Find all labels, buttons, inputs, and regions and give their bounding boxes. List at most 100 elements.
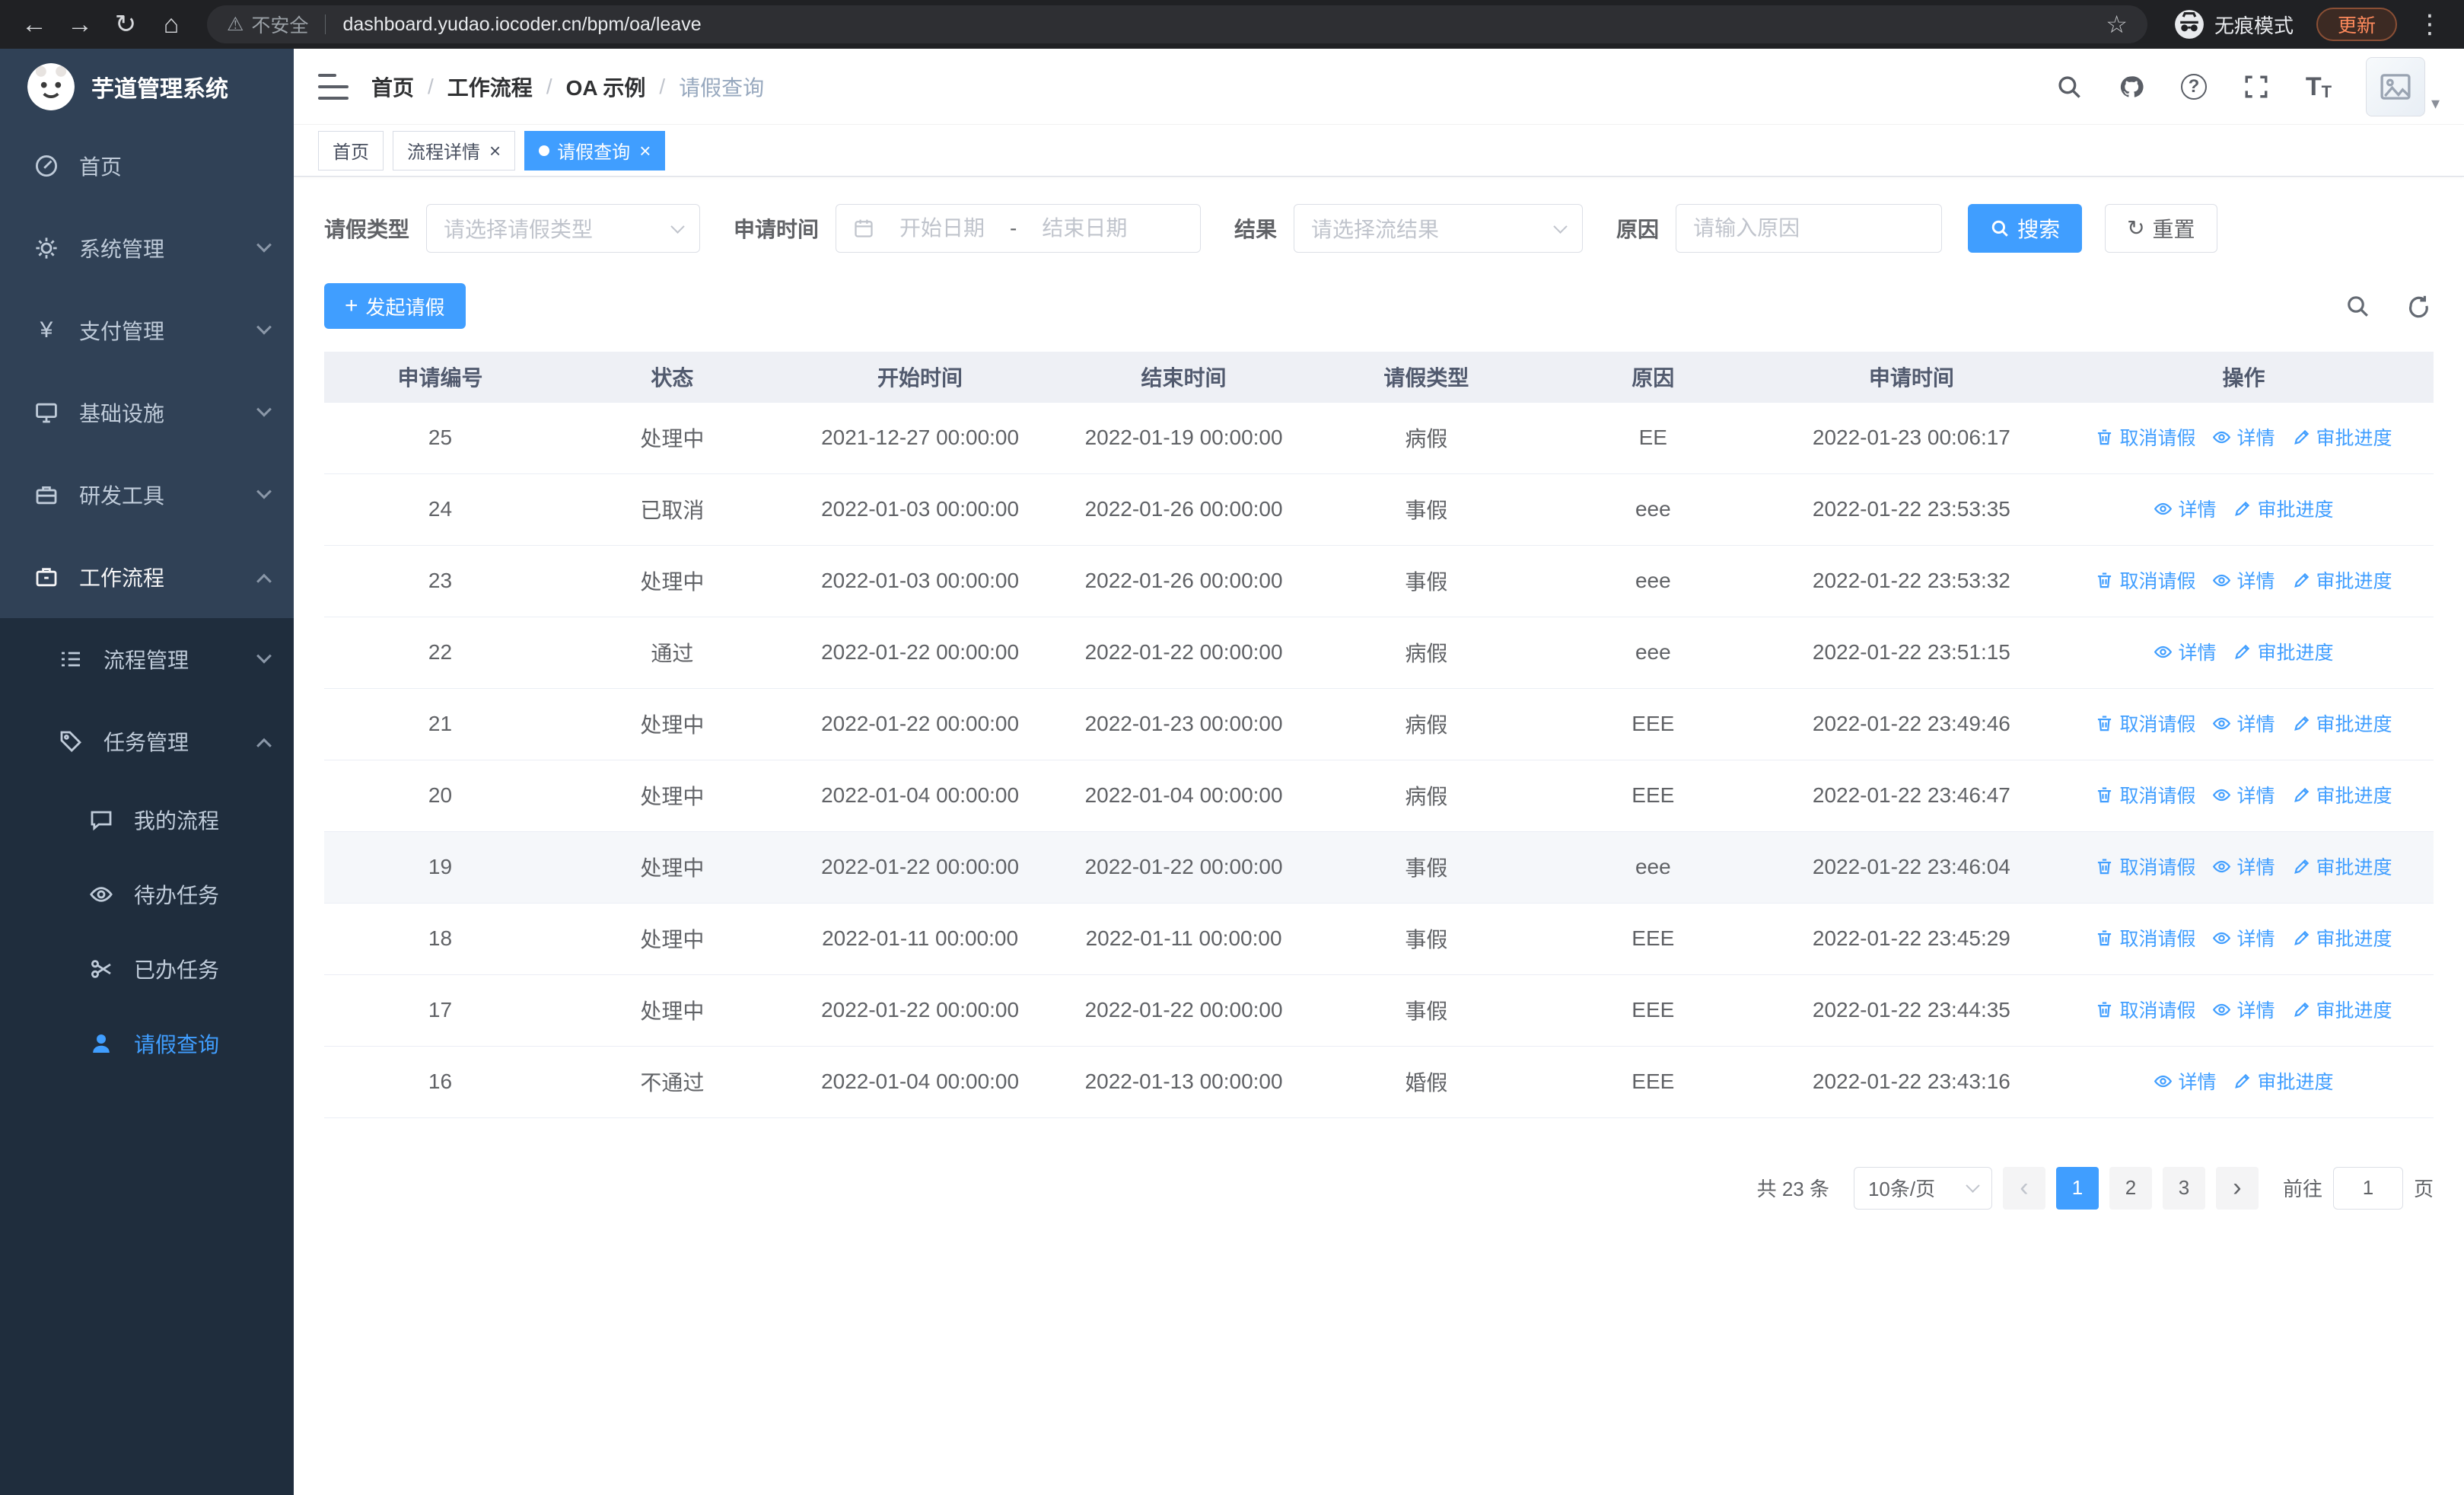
sidebar-item-payment-mgmt[interactable]: ¥ 支付管理 [0, 289, 294, 371]
font-size-icon[interactable]: TT [2303, 72, 2334, 102]
cell-start-time: 2022-01-04 00:00:00 [788, 1046, 1052, 1118]
sidebar-item-leave-query[interactable]: 请假查询 [0, 1006, 294, 1081]
tab-leave-query[interactable]: 请假查询 × [524, 130, 666, 171]
toolbox-icon [32, 483, 61, 507]
reset-button[interactable]: ↻ 重置 [2105, 204, 2217, 253]
sidebar-item-task-mgmt[interactable]: 任务管理 [0, 700, 294, 783]
user-avatar[interactable]: ▾ [2365, 56, 2440, 116]
detail-link[interactable]: 详情 [2212, 709, 2275, 737]
leave-table: 申请编号 状态 开始时间 结束时间 请假类型 原因 申请时间 操作 25 处理中 2… [324, 352, 2434, 1118]
start-date-input[interactable] [885, 216, 1000, 241]
cell-apply-time: 2022-01-22 23:44:35 [1768, 974, 2054, 1047]
detail-link[interactable]: 详情 [2154, 495, 2216, 522]
sidebar-item-workflow[interactable]: 工作流程 [0, 536, 294, 618]
address-bar[interactable]: ⚠ 不安全 dashboard.yudao.iocoder.cn/bpm/oa/… [207, 5, 2147, 43]
cell-reason: EEE [1536, 903, 1769, 975]
create-leave-button[interactable]: + 发起请假 [324, 283, 466, 329]
detail-link[interactable]: 详情 [2212, 423, 2275, 451]
approval-progress-link[interactable]: 审批进度 [2233, 495, 2334, 522]
cancel-leave-link[interactable]: 取消请假 [2095, 709, 2195, 737]
app-logo[interactable]: 芋道管理系统 [0, 49, 294, 125]
approval-progress-link[interactable]: 审批进度 [2292, 924, 2392, 952]
cell-leave-type: 事假 [1315, 974, 1537, 1047]
reload-icon[interactable]: ↻ [105, 4, 146, 45]
sidebar-item-process-mgmt[interactable]: 流程管理 [0, 618, 294, 700]
breadcrumb-item[interactable]: 首页 [371, 72, 414, 102]
close-icon[interactable]: × [488, 141, 501, 161]
home-icon[interactable]: ⌂ [151, 4, 192, 45]
chevron-down-icon [256, 319, 272, 335]
end-date-input[interactable] [1027, 216, 1142, 241]
breadcrumb-separator: / [659, 74, 666, 98]
cancel-leave-link[interactable]: 取消请假 [2095, 924, 2195, 952]
page-button-1[interactable]: 1 [2055, 1166, 2099, 1210]
collapse-sidebar-icon[interactable] [318, 73, 349, 100]
page-size-select[interactable]: 10条/页 [1853, 1166, 1992, 1210]
cell-apply-time: 2022-01-22 23:53:32 [1768, 545, 2054, 617]
search-toggle-icon[interactable] [2342, 291, 2373, 321]
cell-end-time: 2022-01-13 00:00:00 [1052, 1046, 1316, 1118]
detail-link[interactable]: 详情 [2212, 781, 2275, 808]
cancel-leave-link[interactable]: 取消请假 [2095, 423, 2195, 451]
approval-progress-link[interactable]: 审批进度 [2292, 996, 2392, 1023]
detail-link[interactable]: 详情 [2212, 566, 2275, 594]
prev-page-button[interactable]: ‹ [2002, 1166, 2045, 1210]
goto-page-input[interactable] [2332, 1166, 2403, 1210]
cell-reason: eee [1536, 617, 1769, 689]
sidebar-item-dev-tools[interactable]: 研发工具 [0, 454, 294, 536]
result-select[interactable]: 请选择流结果 [1294, 204, 1584, 253]
back-icon[interactable]: ← [14, 4, 55, 45]
close-icon[interactable]: × [638, 141, 651, 161]
approval-progress-link[interactable]: 审批进度 [2292, 853, 2392, 880]
cell-apply-time: 2022-01-22 23:43:16 [1768, 1046, 2054, 1118]
tab-home[interactable]: 首页 [318, 130, 384, 171]
sidebar-item-done-tasks[interactable]: 已办任务 [0, 932, 294, 1006]
detail-link[interactable]: 详情 [2212, 924, 2275, 952]
cell-reason: eee [1536, 473, 1769, 546]
cancel-leave-link[interactable]: 取消请假 [2095, 996, 2195, 1023]
reason-input[interactable] [1676, 204, 1943, 253]
approval-progress-link[interactable]: 审批进度 [2292, 566, 2392, 594]
github-icon[interactable] [2116, 72, 2147, 102]
cancel-leave-link[interactable]: 取消请假 [2095, 853, 2195, 880]
breadcrumb-item[interactable]: 工作流程 [447, 72, 533, 102]
approval-progress-link[interactable]: 审批进度 [2292, 709, 2392, 737]
security-warning-label: 不安全 [251, 15, 309, 37]
sidebar-item-infrastructure[interactable]: 基础设施 [0, 371, 294, 454]
breadcrumb-item[interactable]: OA 示例 [566, 72, 646, 102]
tab-process-detail[interactable]: 流程详情 × [393, 130, 516, 171]
sidebar-item-system-mgmt[interactable]: 系统管理 [0, 207, 294, 289]
cell-actions: 取消请假 详情 审批进度 [2053, 974, 2434, 1047]
sidebar-item-my-process[interactable]: 我的流程 [0, 783, 294, 857]
approval-progress-link[interactable]: 审批进度 [2292, 423, 2392, 451]
more-menu-icon[interactable]: ⋮ [2409, 4, 2450, 45]
approval-progress-link[interactable]: 审批进度 [2233, 1067, 2334, 1095]
chat-icon [87, 808, 116, 832]
date-range-picker[interactable]: - [836, 204, 1202, 253]
sidebar-item-home[interactable]: 首页 [0, 125, 294, 207]
detail-link[interactable]: 详情 [2154, 1067, 2216, 1095]
trash-icon [2098, 429, 2112, 445]
cancel-leave-link[interactable]: 取消请假 [2095, 781, 2195, 808]
fullscreen-icon[interactable] [2241, 72, 2271, 102]
approval-progress-link[interactable]: 审批进度 [2292, 781, 2392, 808]
refresh-table-icon[interactable] [2403, 291, 2434, 321]
detail-link[interactable]: 详情 [2212, 996, 2275, 1023]
search-icon[interactable] [2054, 72, 2084, 102]
page-button-3[interactable]: 3 [2162, 1166, 2205, 1210]
update-button[interactable]: 更新 [2316, 8, 2397, 41]
detail-link[interactable]: 详情 [2212, 853, 2275, 880]
search-button[interactable]: 搜索 [1968, 204, 2083, 253]
page-button-2[interactable]: 2 [2109, 1166, 2152, 1210]
forward-icon[interactable]: → [59, 4, 100, 45]
cancel-leave-link[interactable]: 取消请假 [2095, 566, 2195, 594]
next-page-button[interactable]: › [2215, 1166, 2259, 1210]
leave-type-select[interactable]: 请选择请假类型 [426, 204, 701, 253]
approval-progress-link[interactable]: 审批进度 [2233, 638, 2334, 665]
sidebar-item-todo-tasks[interactable]: 待办任务 [0, 857, 294, 932]
bookmark-star-icon[interactable]: ☆ [2106, 10, 2128, 39]
detail-link[interactable]: 详情 [2154, 638, 2216, 665]
help-icon[interactable]: ? [2179, 72, 2209, 102]
goto-suffix: 页 [2413, 1178, 2434, 1200]
col-reason: 原因 [1536, 352, 1769, 403]
